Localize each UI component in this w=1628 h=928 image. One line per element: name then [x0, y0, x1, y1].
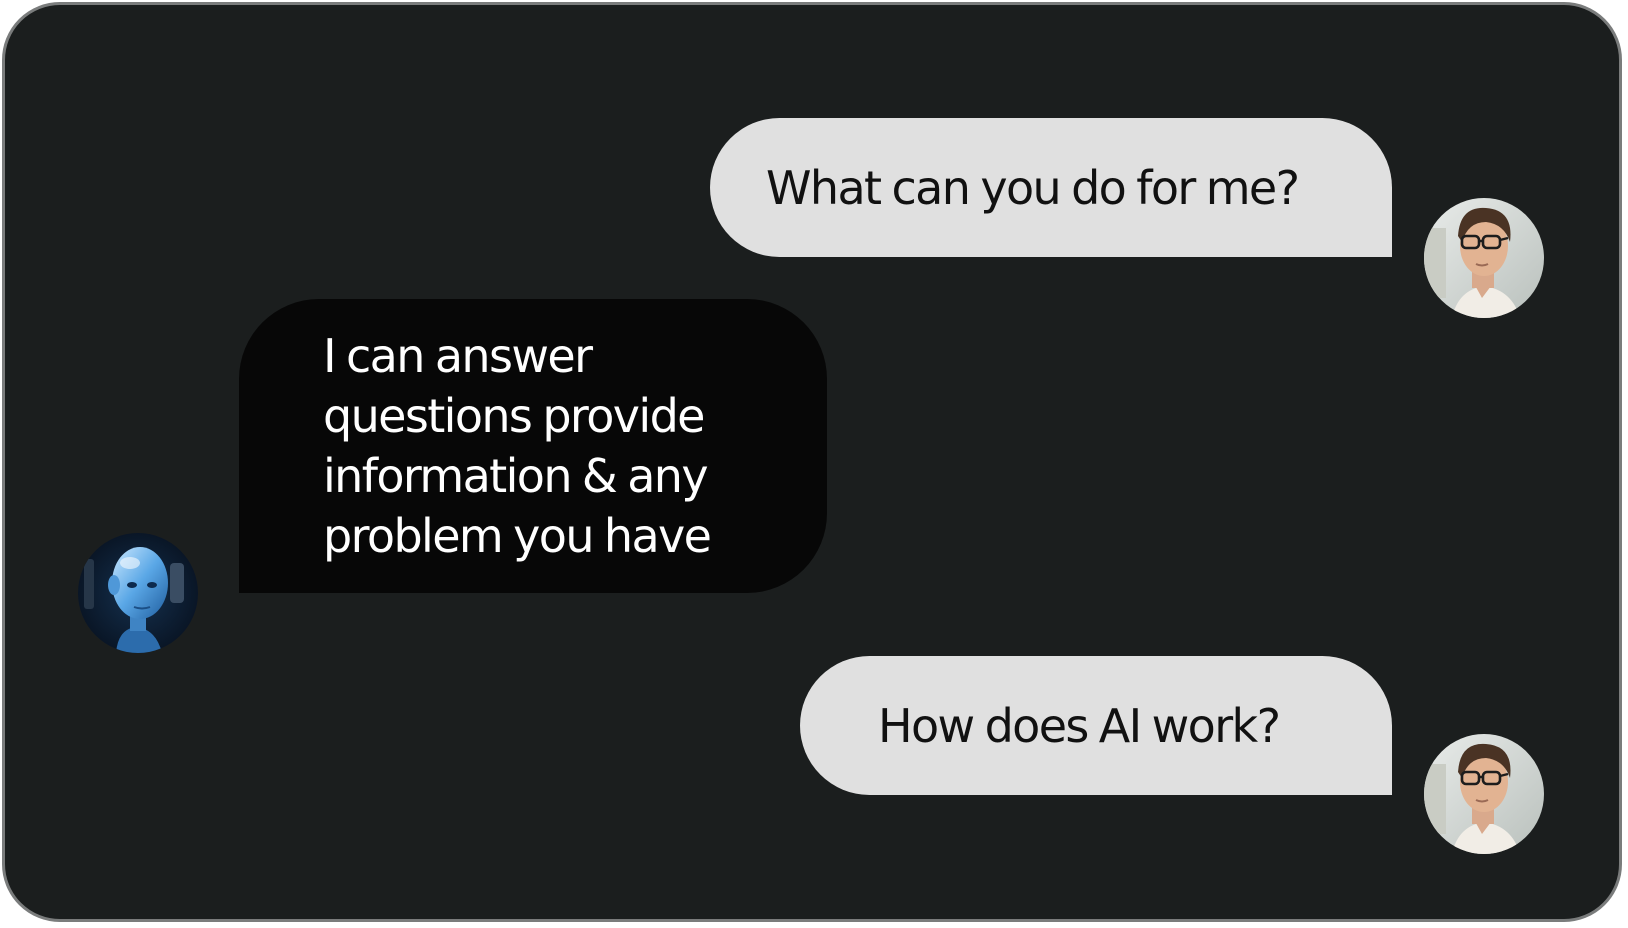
man-with-glasses-avatar-icon — [1424, 734, 1544, 854]
assistant-avatar[interactable] — [78, 533, 198, 653]
user-message-bubble: What can you do for me? — [710, 118, 1392, 257]
assistant-message-bubble: I can answer questions provide informati… — [239, 299, 827, 593]
user-avatar[interactable] — [1424, 734, 1544, 854]
man-with-glasses-avatar-icon — [1424, 198, 1544, 318]
message-text: How does AI work? — [878, 698, 1281, 753]
user-message-bubble: How does AI work? — [800, 656, 1392, 795]
user-avatar[interactable] — [1424, 198, 1544, 318]
robot-avatar-icon — [78, 533, 198, 653]
message-text: What can you do for me? — [766, 160, 1300, 215]
chat-window: What can you do for me? I can answer que… — [2, 2, 1622, 922]
message-text: I can answer questions provide informati… — [323, 329, 712, 563]
